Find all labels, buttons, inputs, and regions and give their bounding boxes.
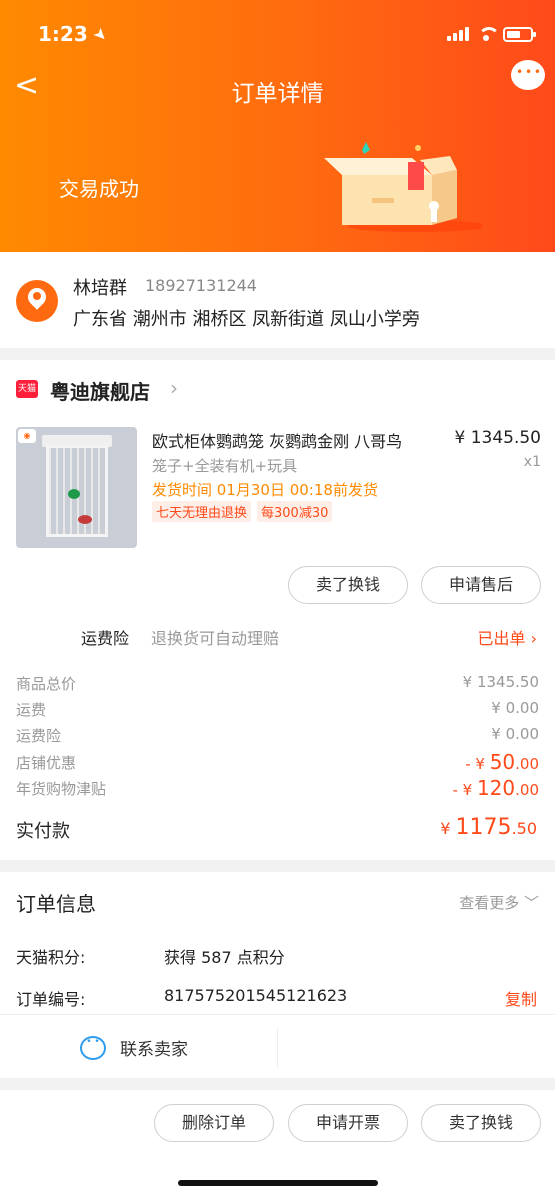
order-info-heading: 订单信息 [16,892,96,916]
product-image[interactable]: ◉ [16,427,137,548]
sell-button[interactable]: 卖了换钱 [288,566,408,604]
fee-value-shipping: ¥ 0.00 [491,699,539,717]
green-bird-shape [68,489,80,499]
wifi-icon [477,27,500,41]
location-pin-icon [16,280,58,322]
order-info-card: 订单信息 查看更多 ﹀ 天猫积分: 获得 587 点积分 订单编号: 81757… [0,872,555,1078]
fee-label-subtotal: 商品总价 [16,675,77,693]
view-more-link[interactable]: 查看更多 ﹀ [459,892,539,913]
order-number-value: 817575201545121623 [164,986,348,1005]
bottom-action-bar: 删除订单 申请开票 卖了换钱 [0,1090,555,1200]
vertical-divider [277,1028,278,1068]
shipping-time: 发货时间 01月30日 00:18前发货 [152,481,378,499]
message-menu-icon[interactable] [511,60,545,90]
fee-value-store-discount: - ¥ 50.00 [465,750,539,774]
sell-button-footer[interactable]: 卖了换钱 [421,1104,541,1142]
shipping-address-card[interactable]: 林培群 18927131244 广东省 潮州市 湘桥区 凤新街道 凤山小学旁 [0,252,555,348]
status-time: 1:23 [38,22,88,46]
product-tags: 七天无理由退换 每300减30 [152,501,333,522]
copy-order-number-button[interactable]: 复制 [505,986,537,1010]
divider [0,1014,555,1015]
fee-label-insurance: 运费险 [16,727,62,745]
trade-status-text: 交易成功 [59,177,139,201]
gift-box-illustration [324,142,482,232]
battery-icon [503,26,536,42]
nav-bar: < 订单详情 [0,60,555,110]
fee-value-insurance: ¥ 0.00 [491,725,539,743]
fee-value-allowance: - ¥ 120.00 [452,776,539,800]
product-image-badge-icon: ◉ [18,429,36,443]
shipping-insurance-status[interactable]: 已出单 › [478,625,538,649]
return-policy-tag: 七天无理由退换 [152,501,252,522]
page-title: 订单详情 [231,81,324,107]
recipient-phone: 18927131244 [145,276,257,295]
signal-icon [447,27,469,41]
shipping-insurance-label: 运费险 [81,629,130,648]
fee-value-subtotal: ¥ 1345.50 [462,673,539,691]
fee-label-shipping: 运费 [16,701,47,719]
points-value: 获得 587 点积分 [164,948,285,967]
shipping-insurance-desc: 退换货可自动理赔 [151,629,280,648]
home-indicator [178,1180,378,1186]
contact-seller-label: 联系卖家 [120,1040,188,1060]
points-label: 天猫积分: [16,948,86,967]
order-status-header: 1:23 ➤ < 订单详情 交易成功 [0,0,555,252]
status-indicators [447,26,536,42]
store-name[interactable]: 粤迪旗舰店 [50,376,150,405]
after-sale-button[interactable]: 申请售后 [421,566,541,604]
status-bar: 1:23 ➤ [38,20,536,48]
wangwang-chat-icon [80,1035,106,1060]
product-title[interactable]: 欧式柜体鹦鹉笼 灰鹦鹉金刚 八哥鸟 [152,428,402,452]
product-quantity: x1 [523,454,541,470]
tmall-logo-icon: 天猫 [16,380,38,398]
recipient-name: 林培群 [73,278,127,299]
order-item-card: 天猫 粤迪旗舰店 › ◉ 欧式柜体鹦鹉笼 灰鹦鹉金刚 八哥鸟 笼子+全装有机+玩… [0,360,555,860]
product-sku: 笼子+全装有机+玩具 [152,457,298,475]
product-price: ¥ 1345.50 [454,428,541,448]
delete-order-button[interactable]: 删除订单 [154,1104,274,1142]
fee-label-allowance: 年货购物津贴 [16,780,107,798]
total-paid-label: 实付款 [16,821,70,842]
contact-seller-button[interactable]: 联系卖家 [80,1035,188,1060]
request-invoice-button[interactable]: 申请开票 [288,1104,408,1142]
location-arrow-icon: ➤ [88,22,112,46]
discount-tag: 每300减30 [257,501,333,522]
order-number-label: 订单编号: [16,990,86,1009]
fee-label-store-discount: 店铺优惠 [16,754,77,772]
recipient-address: 广东省 潮州市 湘桥区 凤新街道 凤山小学旁 [73,309,420,330]
total-paid-value: ¥ 1175.50 [440,815,537,840]
red-bird-shape [78,515,92,524]
chevron-right-icon[interactable]: › [170,376,178,400]
